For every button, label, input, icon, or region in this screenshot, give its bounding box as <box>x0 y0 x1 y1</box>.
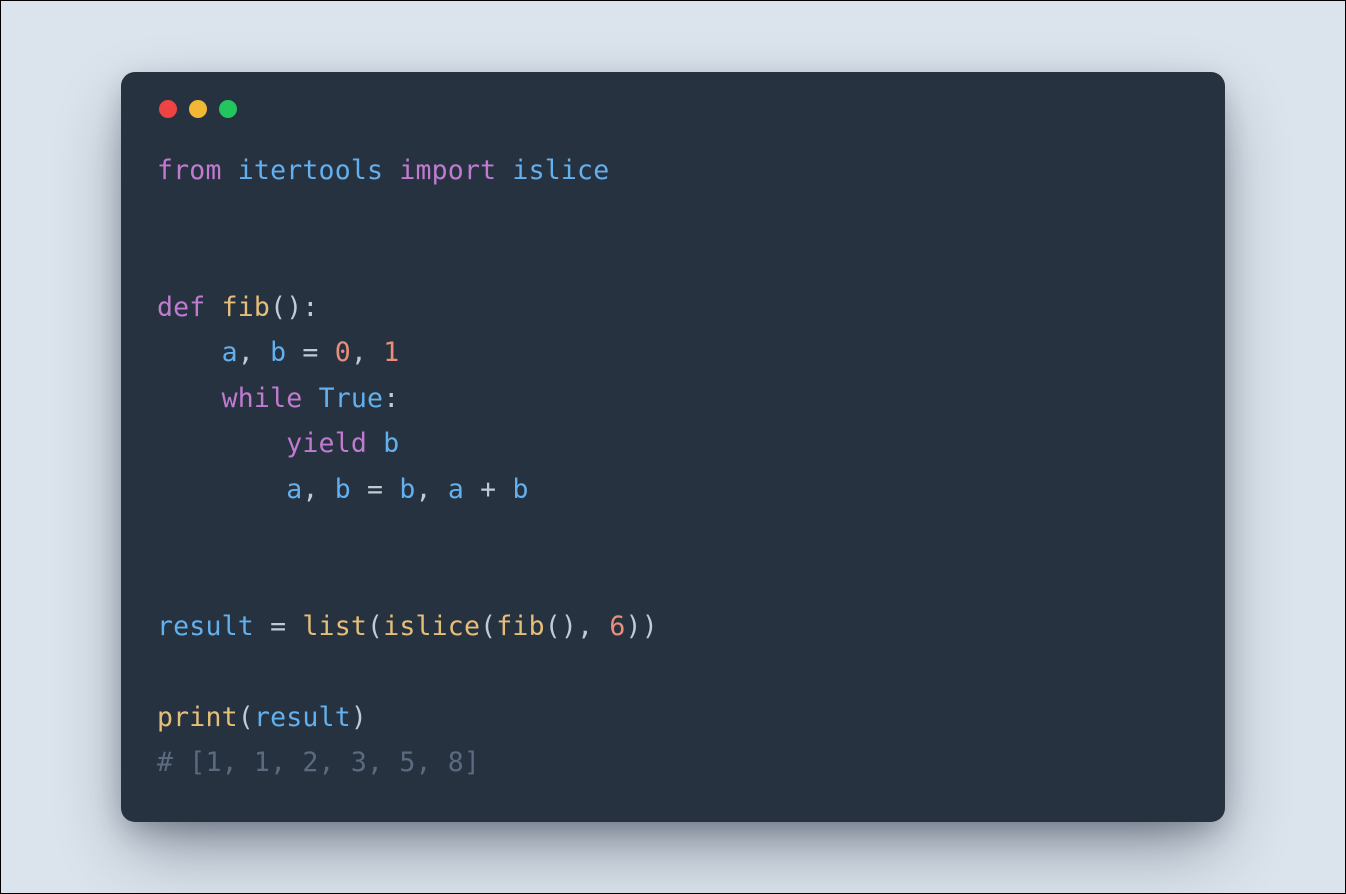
code-token: = <box>367 474 383 505</box>
code-token: b <box>335 474 351 505</box>
code-token <box>383 474 399 505</box>
code-token: ( <box>238 702 254 733</box>
code-token <box>302 383 318 414</box>
code-token: b <box>383 428 399 459</box>
code-token: ) <box>351 702 367 733</box>
code-token: ( <box>545 611 561 642</box>
code-token: yield <box>286 428 367 459</box>
code-token <box>205 292 221 323</box>
code-token: ( <box>367 611 383 642</box>
code-token: , <box>351 337 367 368</box>
window-close-icon[interactable] <box>159 100 177 118</box>
code-token <box>254 337 270 368</box>
code-token: 1 <box>383 337 399 368</box>
code-token: import <box>399 155 496 186</box>
code-token: ) <box>286 292 302 323</box>
code-token: ( <box>270 292 286 323</box>
window-minimize-icon[interactable] <box>189 100 207 118</box>
code-token: ) <box>642 611 658 642</box>
code-token: ) <box>561 611 577 642</box>
code-token: ) <box>626 611 642 642</box>
code-token <box>351 474 367 505</box>
code-token: , <box>577 611 593 642</box>
code-token: b <box>512 474 528 505</box>
code-token <box>157 383 222 414</box>
code-token <box>286 611 302 642</box>
code-token <box>254 611 270 642</box>
window-zoom-icon[interactable] <box>219 100 237 118</box>
code-token: , <box>302 474 318 505</box>
code-token <box>222 155 238 186</box>
code-token: a <box>286 474 302 505</box>
code-token <box>319 474 335 505</box>
code-token: : <box>302 292 318 323</box>
code-token: = <box>270 611 286 642</box>
code-token <box>383 155 399 186</box>
code-token: result <box>254 702 351 733</box>
code-token <box>157 474 286 505</box>
code-token: fib <box>222 292 270 323</box>
code-token: # [1, 1, 2, 3, 5, 8] <box>157 747 480 778</box>
code-token: = <box>302 337 318 368</box>
code-token: : <box>383 383 399 414</box>
code-token: 0 <box>335 337 351 368</box>
code-token <box>496 474 512 505</box>
code-token: 6 <box>609 611 625 642</box>
code-token <box>286 337 302 368</box>
code-token <box>157 337 222 368</box>
code-token: print <box>157 702 238 733</box>
code-token: fib <box>496 611 544 642</box>
code-token: True <box>319 383 384 414</box>
code-token: b <box>270 337 286 368</box>
code-token <box>319 337 335 368</box>
code-token <box>157 428 286 459</box>
code-token <box>593 611 609 642</box>
code-token: + <box>480 474 496 505</box>
code-token: while <box>222 383 303 414</box>
code-token <box>432 474 448 505</box>
code-token <box>367 337 383 368</box>
code-token: itertools <box>238 155 383 186</box>
code-token <box>464 474 480 505</box>
code-token <box>496 155 512 186</box>
code-token: result <box>157 611 254 642</box>
code-token: , <box>416 474 432 505</box>
code-token <box>367 428 383 459</box>
code-token: a <box>222 337 238 368</box>
code-token: from <box>157 155 222 186</box>
code-window: from itertools import islice def fib(): … <box>121 72 1225 822</box>
code-token: b <box>399 474 415 505</box>
code-token: islice <box>383 611 480 642</box>
window-traffic-lights <box>157 100 1189 118</box>
code-token: islice <box>512 155 609 186</box>
code-token: ( <box>480 611 496 642</box>
code-token: def <box>157 292 205 323</box>
code-token: , <box>238 337 254 368</box>
code-block: from itertools import islice def fib(): … <box>157 148 1189 786</box>
code-token: a <box>448 474 464 505</box>
code-token: list <box>302 611 367 642</box>
